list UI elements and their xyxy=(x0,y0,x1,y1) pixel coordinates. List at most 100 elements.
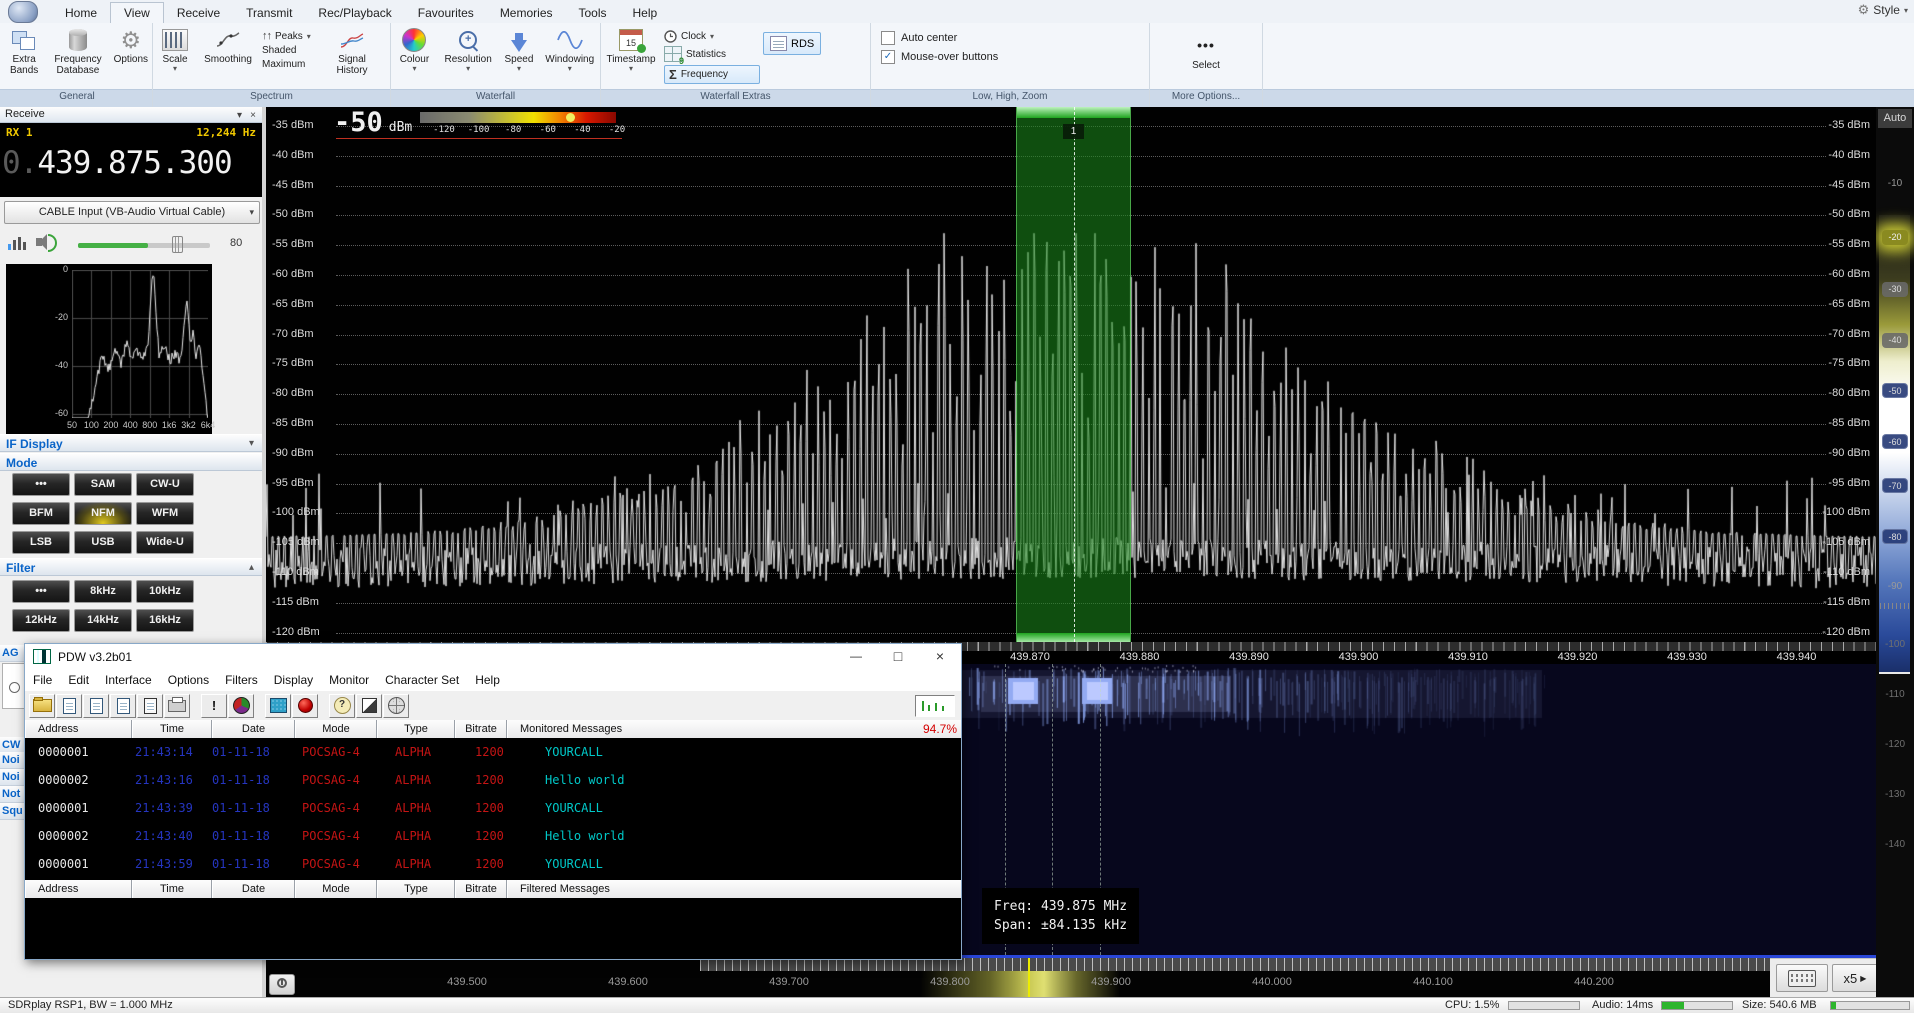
close-button[interactable]: × xyxy=(919,644,961,669)
receive-panel-header[interactable]: Receive ▾ × xyxy=(0,107,262,123)
tab-view[interactable]: View xyxy=(110,2,164,23)
save-page-button[interactable] xyxy=(137,694,163,718)
mode-button-cw-u[interactable]: CW-U xyxy=(136,473,194,496)
mode-button-wfm[interactable]: WFM xyxy=(136,502,194,525)
close-icon[interactable]: × xyxy=(250,108,256,123)
rds-button[interactable]: RDS xyxy=(763,32,821,55)
tuning-selection-box[interactable]: 1 xyxy=(1016,107,1131,642)
waterfall-colorbar[interactable] xyxy=(420,112,616,123)
alert-button[interactable]: ! xyxy=(201,694,227,718)
filter-button-8khz[interactable]: 8kHz xyxy=(74,580,132,603)
scale-handle-40[interactable]: -40 xyxy=(1882,333,1908,348)
smoothing-button[interactable]: Smoothing xyxy=(199,26,257,65)
volume-slider[interactable] xyxy=(78,243,210,248)
peaks-button[interactable]: ↑↑ Peaks ▾ xyxy=(262,30,324,42)
column-header-type[interactable]: Type xyxy=(377,880,455,898)
agc-radio-fragment[interactable] xyxy=(2,663,26,709)
spectrum-display[interactable]: 1 -50dBm -35 dBm-35 dBm-40 dBm-40 dBm-45… xyxy=(266,107,1876,642)
style-button[interactable]: ⚙ Style ▾ xyxy=(1858,2,1908,18)
menu-edit[interactable]: Edit xyxy=(60,673,97,687)
column-header-address[interactable]: Address xyxy=(25,720,132,738)
invert-box-button[interactable] xyxy=(356,694,382,718)
scale-handle-80[interactable]: -80 xyxy=(1882,529,1908,544)
mode-button-sam[interactable]: SAM xyxy=(74,473,132,496)
menu-file[interactable]: File xyxy=(25,673,60,687)
tab-memories[interactable]: Memories xyxy=(487,3,566,23)
zoom-level-button[interactable]: x5 ▶ xyxy=(1832,964,1878,992)
column-header-filtered-messages[interactable]: Filtered Messages xyxy=(507,880,961,898)
shaded-button[interactable]: Shaded xyxy=(262,45,324,56)
auto-center-checkbox[interactable]: Auto center xyxy=(881,31,1149,45)
tab-receive[interactable]: Receive xyxy=(164,3,233,23)
scale-handle-70[interactable]: -70 xyxy=(1882,478,1908,493)
tab-help[interactable]: Help xyxy=(620,3,671,23)
scale-handle-60[interactable]: -60 xyxy=(1882,434,1908,449)
clock-button[interactable]: Clock ▾ xyxy=(664,30,760,43)
mode-button-wide-u[interactable]: Wide-U xyxy=(136,531,194,554)
filtered-messages-list[interactable] xyxy=(25,898,961,959)
filter-button-16khz[interactable]: 16kHz xyxy=(136,609,194,632)
mode-button-usb[interactable]: USB xyxy=(74,531,132,554)
column-header-bitrate[interactable]: Bitrate xyxy=(455,720,507,738)
tab-transmit[interactable]: Transmit xyxy=(233,3,305,23)
print-button[interactable] xyxy=(164,694,190,718)
resolution-button[interactable]: + Resolution ▾ xyxy=(440,26,497,72)
message-row[interactable]: 000000221:43:4001-11-18POCSAG-4ALPHA1200… xyxy=(25,822,961,850)
copy-page-2-button[interactable] xyxy=(83,694,109,718)
pie-chart-button[interactable] xyxy=(228,694,254,718)
scale-handle-30[interactable]: -30 xyxy=(1882,282,1908,297)
menu-interface[interactable]: Interface xyxy=(97,673,160,687)
menu-options[interactable]: Options xyxy=(160,673,217,687)
message-row[interactable]: 000000121:43:3901-11-18POCSAG-4ALPHA1200… xyxy=(25,794,961,822)
tab-home[interactable]: Home xyxy=(52,3,110,23)
menu-filters[interactable]: Filters xyxy=(217,673,266,687)
maximize-button[interactable]: □ xyxy=(877,644,919,669)
mode-button-bfm[interactable]: BFM xyxy=(12,502,70,525)
statistics-button[interactable]: Statistics xyxy=(664,46,760,62)
record-button[interactable] xyxy=(292,694,318,718)
frequency-database-button[interactable]: Frequency Database xyxy=(48,26,107,76)
mode-section-header[interactable]: Mode xyxy=(0,453,262,471)
column-header-time[interactable]: Time xyxy=(132,720,212,738)
menu-character-set[interactable]: Character Set xyxy=(377,673,467,687)
if-display-section-header[interactable]: IF Display ▾ xyxy=(0,434,262,452)
message-row[interactable]: 000000221:43:1601-11-18POCSAG-4ALPHA1200… xyxy=(25,766,961,794)
tab-favourites[interactable]: Favourites xyxy=(405,3,487,23)
tuned-frequency[interactable]: 0.439.875.300 xyxy=(2,145,232,181)
menu-monitor[interactable]: Monitor xyxy=(321,673,377,687)
menu-help[interactable]: Help xyxy=(467,673,508,687)
minimize-button[interactable]: — xyxy=(835,644,877,669)
message-row[interactable]: 000000121:43:1401-11-18POCSAG-4ALPHA1200… xyxy=(25,738,961,766)
pdw-window[interactable]: PDW v3.2b01 — □ × FileEditInterfaceOptio… xyxy=(24,643,962,960)
menu-display[interactable]: Display xyxy=(266,673,321,687)
windowing-button[interactable]: Windowing ▾ xyxy=(541,26,598,72)
column-header-time[interactable]: Time xyxy=(132,880,212,898)
select-button[interactable]: ••• Select xyxy=(1180,26,1232,71)
mouse-over-buttons-checkbox[interactable]: ✓ Mouse-over buttons xyxy=(881,50,1149,64)
column-header-date[interactable]: Date xyxy=(212,880,295,898)
equalizer-icon[interactable] xyxy=(8,236,26,250)
column-header-address[interactable]: Address xyxy=(25,880,132,898)
options-button[interactable]: ⚙ Options xyxy=(112,26,150,65)
filter-button-12khz[interactable]: 12kHz xyxy=(12,609,70,632)
column-header-date[interactable]: Date xyxy=(212,720,295,738)
filter-button-10khz[interactable]: 10kHz xyxy=(136,580,194,603)
band-navigation-bar[interactable]: 439.500439.600439.700439.800439.900440.0… xyxy=(266,958,1770,997)
filter-button-more[interactable]: ••• xyxy=(12,580,70,603)
open-folder-button[interactable] xyxy=(29,694,55,718)
scale-handle-20[interactable]: -20 xyxy=(1882,230,1908,245)
globe-button[interactable] xyxy=(383,694,409,718)
rx-marker-badge[interactable]: 1 xyxy=(1063,124,1084,139)
tab-tools[interactable]: Tools xyxy=(566,3,620,23)
help-balloon-button[interactable]: ? xyxy=(329,694,355,718)
scale-button[interactable]: Scale ▾ xyxy=(155,26,195,72)
monitor-grid-button[interactable] xyxy=(265,694,291,718)
auto-range-button[interactable]: Auto xyxy=(1878,109,1912,128)
audio-device-dropdown[interactable]: CABLE Input (VB-Audio Virtual Cable) ▾ xyxy=(4,201,260,224)
band-power-button[interactable] xyxy=(269,974,295,995)
rx-frequency-display[interactable]: RX 1 12,244 Hz 0.439.875.300 xyxy=(0,123,262,197)
volume-slider-handle[interactable] xyxy=(172,236,183,253)
keyboard-entry-button[interactable] xyxy=(1776,964,1828,992)
speed-button[interactable]: Speed ▾ xyxy=(500,26,537,72)
copy-page-3-button[interactable] xyxy=(110,694,136,718)
